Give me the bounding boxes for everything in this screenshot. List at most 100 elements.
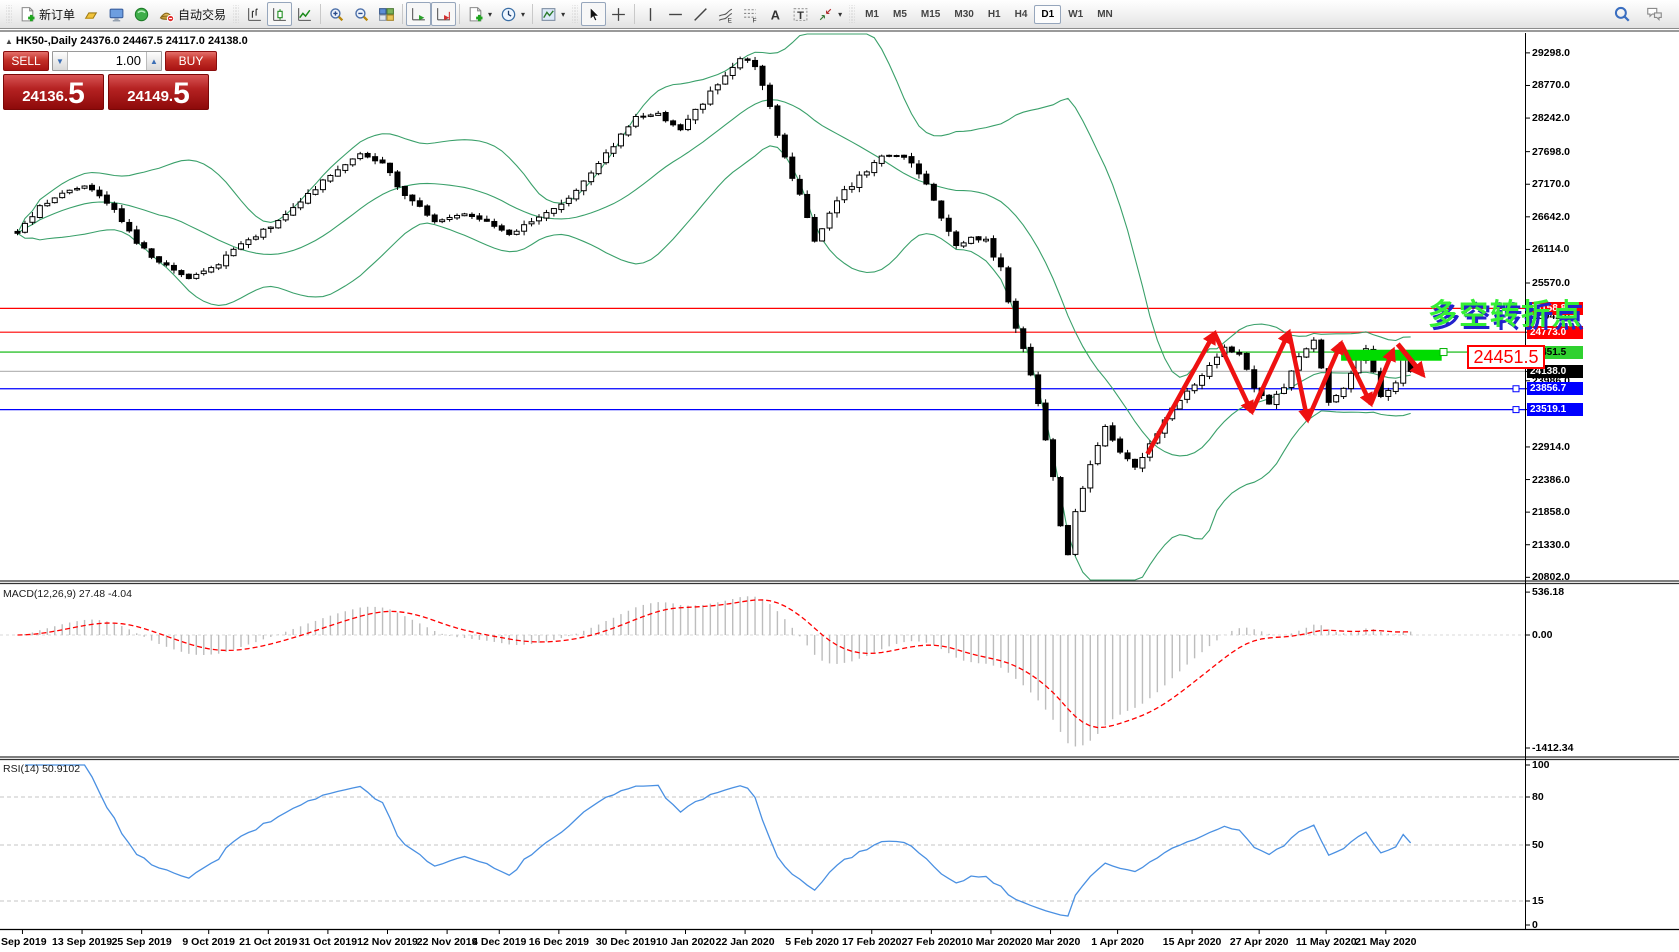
search-button[interactable]	[1609, 2, 1635, 26]
date-axis-label: 22 Jan 2020	[716, 936, 775, 948]
tf-button-M15[interactable]: M15	[914, 5, 947, 24]
auto-scroll-icon	[410, 6, 427, 23]
equidistant-channel-button[interactable]: E	[713, 2, 738, 26]
tf-button-H1[interactable]: H1	[981, 5, 1008, 24]
trendline-button[interactable]	[688, 2, 713, 26]
date-axis-label: 27 Apr 2020	[1230, 936, 1289, 948]
tf-button-D1[interactable]: D1	[1034, 5, 1061, 24]
price-axis-label: 28770.0	[1532, 79, 1570, 91]
signals-button[interactable]	[129, 2, 154, 26]
price-axis-label: 21858.0	[1532, 506, 1570, 518]
terminal-icon	[108, 6, 125, 23]
svg-text:A: A	[771, 7, 780, 22]
price-axis-label: 22914.0	[1532, 441, 1570, 453]
rsi-axis-label: 15	[1532, 895, 1544, 907]
vertical-line-button[interactable]	[638, 2, 663, 26]
date-axis-label: 11 May 2020	[1296, 936, 1357, 948]
cursor-arrow-icon	[585, 6, 602, 23]
date-axis-label: 16 Dec 2019	[529, 936, 589, 948]
bar-chart-button[interactable]	[242, 2, 267, 26]
sell-price-box[interactable]: 24136.5	[3, 74, 104, 110]
crosshair-button[interactable]	[606, 2, 631, 26]
symbol-header: ▲HK50-,Daily 24376.0 24467.5 24117.0 241…	[5, 35, 248, 47]
chat-button[interactable]	[1641, 2, 1668, 26]
chart-canvas[interactable]	[0, 0, 1679, 952]
chart-shift-button[interactable]	[431, 2, 456, 26]
tf-button-W1[interactable]: W1	[1061, 5, 1090, 24]
date-axis-label: 30 Dec 2019	[596, 936, 656, 948]
search-icon	[1613, 5, 1631, 23]
text-a-icon: A	[767, 6, 784, 23]
vertical-line-icon	[642, 6, 659, 23]
date-axis-label: 5 Feb 2020	[785, 936, 839, 948]
horizontal-line-button[interactable]	[663, 2, 688, 26]
date-axis-label: 10 Mar 2020	[961, 936, 1021, 948]
text-label-button[interactable]: T	[788, 2, 813, 26]
macd-axis-label: 0.00	[1532, 629, 1552, 641]
market-watch-button[interactable]	[79, 2, 104, 26]
toolbar-divider	[0, 30, 1679, 32]
line-chart-icon	[296, 6, 313, 23]
volume-input[interactable]: 1.00	[68, 52, 146, 70]
symbol-ohlc-text: HK50-,Daily 24376.0 24467.5 24117.0 2413…	[16, 35, 248, 47]
rsi-axis-label: 80	[1532, 791, 1544, 803]
one-click-trading-panel: SELL ▼ 1.00 ▲ BUY 24136.5 24149.5	[3, 51, 217, 110]
toolbar-grip	[849, 5, 855, 23]
toolbar-separator	[459, 4, 460, 24]
timeframe-group: M1M5M15M30H1H4D1W1MN	[858, 5, 1120, 24]
candlestick-chart-button[interactable]	[267, 2, 292, 26]
pivot-annotation-text: 多空转折点	[1428, 291, 1583, 333]
price-tag: 23519.1	[1527, 403, 1583, 416]
tile-windows-button[interactable]	[374, 2, 399, 26]
buy-price-box[interactable]: 24149.5	[108, 74, 209, 110]
chart-marker-icon: ▲	[5, 37, 13, 46]
arrows-button[interactable]: ▾	[813, 2, 846, 26]
gold-bar-icon	[83, 6, 100, 23]
tf-button-MN[interactable]: MN	[1090, 5, 1120, 24]
templates-button[interactable]: ▾	[536, 2, 569, 26]
cursor-button[interactable]	[581, 2, 606, 26]
price-axis-label: 25570.0	[1532, 277, 1570, 289]
toolbar-grip	[572, 5, 578, 23]
zoom-out-button[interactable]	[349, 2, 374, 26]
date-axis-label: 21 May 2020	[1355, 936, 1416, 948]
date-axis-label: Sep 2019	[1, 936, 47, 948]
macd-axis-label: 536.18	[1532, 586, 1564, 598]
zoom-in-icon	[328, 6, 345, 23]
auto-trading-button[interactable]: 自动交易	[154, 2, 230, 26]
date-axis-label: 12 Nov 2019	[357, 936, 418, 948]
periods-button[interactable]: ▾	[496, 2, 529, 26]
svg-text:F: F	[753, 17, 757, 23]
macd-axis-label: -1412.34	[1532, 742, 1573, 754]
zoom-out-icon	[353, 6, 370, 23]
fibonacci-button[interactable]: F	[738, 2, 763, 26]
terminal-button[interactable]	[104, 2, 129, 26]
rsi-axis-label: 100	[1532, 759, 1550, 771]
text-button[interactable]: A	[763, 2, 788, 26]
clock-icon	[500, 6, 517, 23]
price-axis-label: 20802.0	[1532, 571, 1570, 583]
date-axis-label: 21 Oct 2019	[239, 936, 297, 948]
new-order-button[interactable]: 新订单	[15, 2, 79, 26]
price-axis-label: 26642.0	[1532, 211, 1570, 223]
volume-increase-button[interactable]: ▲	[146, 52, 161, 70]
tf-button-M5[interactable]: M5	[886, 5, 914, 24]
price-axis-label: 22386.0	[1532, 474, 1570, 486]
macd-indicator-label: MACD(12,26,9) 27.48 -4.04	[3, 588, 132, 600]
volume-decrease-button[interactable]: ▼	[53, 52, 68, 70]
mt4-terminal: { "toolbar": { "new_order_label": "新订单",…	[0, 0, 1679, 952]
auto-scroll-button[interactable]	[406, 2, 431, 26]
price-axis-label: 26114.0	[1532, 243, 1569, 255]
tf-button-H4[interactable]: H4	[1008, 5, 1035, 24]
sell-button[interactable]: SELL	[3, 51, 49, 71]
tf-button-M1[interactable]: M1	[858, 5, 886, 24]
tf-button-M30[interactable]: M30	[947, 5, 980, 24]
line-chart-button[interactable]	[292, 2, 317, 26]
price-callout-box[interactable]: 24451.5	[1467, 345, 1545, 369]
tile-windows-icon	[378, 6, 395, 23]
zoom-in-button[interactable]	[324, 2, 349, 26]
indicators-button[interactable]: ▾	[463, 2, 496, 26]
buy-button[interactable]: BUY	[165, 51, 217, 71]
price-tag: 23856.7	[1527, 382, 1583, 395]
new-order-icon	[19, 6, 36, 23]
